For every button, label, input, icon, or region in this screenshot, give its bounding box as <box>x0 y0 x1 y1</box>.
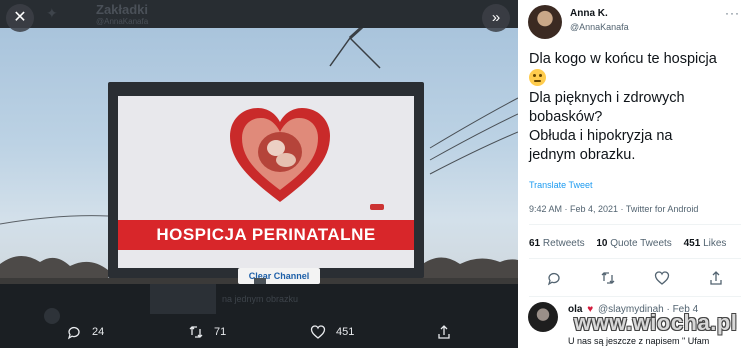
likes-label: Likes <box>703 238 727 249</box>
tweet-photo[interactable]: HOSPICJA PERINATALNE Clear Channel <box>0 28 518 284</box>
quotes-label: Quote Tweets <box>610 238 672 249</box>
share-button[interactable] <box>708 270 724 286</box>
close-button[interactable]: ✕ <box>6 4 34 32</box>
chevron-double-right-icon: » <box>491 9 501 26</box>
tweet-line: jednym obrazku. <box>529 147 636 163</box>
billboard-pole <box>254 278 266 284</box>
background-page-title: Zakładki <box>96 2 149 17</box>
retweets-count: 61 <box>529 238 541 249</box>
tweet-line: Obłuda i hipokryzja na <box>529 128 673 144</box>
retweets-stat[interactable]: 61 Retweets <box>529 238 585 249</box>
viewer-action-bar: 24 71 451 <box>0 316 518 348</box>
tweet-line: Dla kogo w końcu te hospicja <box>529 51 717 67</box>
close-icon: ✕ <box>13 9 27 26</box>
reply-button[interactable] <box>546 270 562 286</box>
tweet-line-emoji <box>529 69 744 89</box>
quotes-count: 10 <box>596 238 608 249</box>
likes-stat[interactable]: 451 Likes <box>684 238 727 249</box>
author-handle[interactable]: @AnnaKanafa <box>570 22 629 32</box>
retweets-label: Retweets <box>542 238 585 249</box>
like-button[interactable] <box>654 270 670 286</box>
reply-avatar[interactable] <box>528 302 558 332</box>
heart-outline-icon <box>310 325 326 339</box>
retweet-button[interactable] <box>600 270 616 286</box>
billboard: HOSPICJA PERINATALNE Clear Channel <box>108 82 424 284</box>
reply-icon <box>547 272 560 286</box>
sponsor-plate: Clear Channel <box>238 268 320 284</box>
divider <box>529 224 741 225</box>
background-text: na jednym obrazku <box>222 294 299 304</box>
like-count: 451 <box>336 326 355 338</box>
tweet-panel: Anna K. @AnnaKanafa ··· Dla kogo w końcu… <box>518 0 750 348</box>
tweet-line: Dla pięknych i zdrowych <box>529 90 685 106</box>
more-icon: ··· <box>725 6 740 20</box>
expand-panel-button[interactable]: » <box>482 4 510 32</box>
translate-tweet-link[interactable]: Translate Tweet <box>529 180 593 190</box>
media-viewer: ✦ Zakładki @AnnaKanafa HOSPICJA PERINATA… <box>0 0 518 348</box>
retweet-icon <box>189 326 203 338</box>
background-header <box>0 0 518 30</box>
share-icon <box>710 271 722 285</box>
billboard-face: HOSPICJA PERINATALNE <box>118 96 414 268</box>
watermark: www.wiocha.pl <box>574 310 738 335</box>
author-name[interactable]: Anna K. <box>570 8 608 19</box>
billboard-headline: HOSPICJA PERINATALNE <box>118 220 414 250</box>
heart-outline-icon <box>654 271 670 285</box>
more-options-button[interactable]: ··· <box>725 6 740 20</box>
tweet-stats: 61 Retweets 10 Quote Tweets 451 Likes <box>529 238 735 249</box>
background-page-handle: @AnnaKanafa <box>96 17 149 26</box>
retweet-button[interactable]: 71 <box>188 324 226 340</box>
retweet-count: 71 <box>214 326 227 338</box>
heart-icon <box>230 108 330 202</box>
like-button[interactable]: 451 <box>310 324 354 340</box>
likes-count: 451 <box>683 238 701 249</box>
divider <box>529 258 741 259</box>
tweet-timestamp[interactable]: 9:42 AM · Feb 4, 2021 · Twitter for Andr… <box>529 204 698 214</box>
reply-text: U nas są jeszcze z napisem " Ufam <box>568 336 710 346</box>
author-avatar[interactable] <box>528 5 562 39</box>
background-thumbnail <box>150 284 216 314</box>
tweet-line: bobasków? <box>529 109 603 125</box>
reply-button[interactable]: 24 <box>66 324 104 340</box>
share-icon <box>438 325 450 339</box>
tweet-action-bar <box>518 268 750 288</box>
twitter-bird-icon: ✦ <box>46 5 58 21</box>
quotes-stat[interactable]: 10 Quote Tweets <box>596 238 671 249</box>
billboard-logo <box>370 204 384 210</box>
reply-count: 24 <box>92 326 105 338</box>
tweet-text: Dla kogo w końcu te hospicja Dla pięknyc… <box>529 50 744 165</box>
share-button[interactable] <box>436 324 462 340</box>
retweet-icon <box>601 272 615 284</box>
reply-icon <box>67 326 80 340</box>
thinking-face-icon <box>529 69 546 86</box>
divider <box>529 296 741 297</box>
